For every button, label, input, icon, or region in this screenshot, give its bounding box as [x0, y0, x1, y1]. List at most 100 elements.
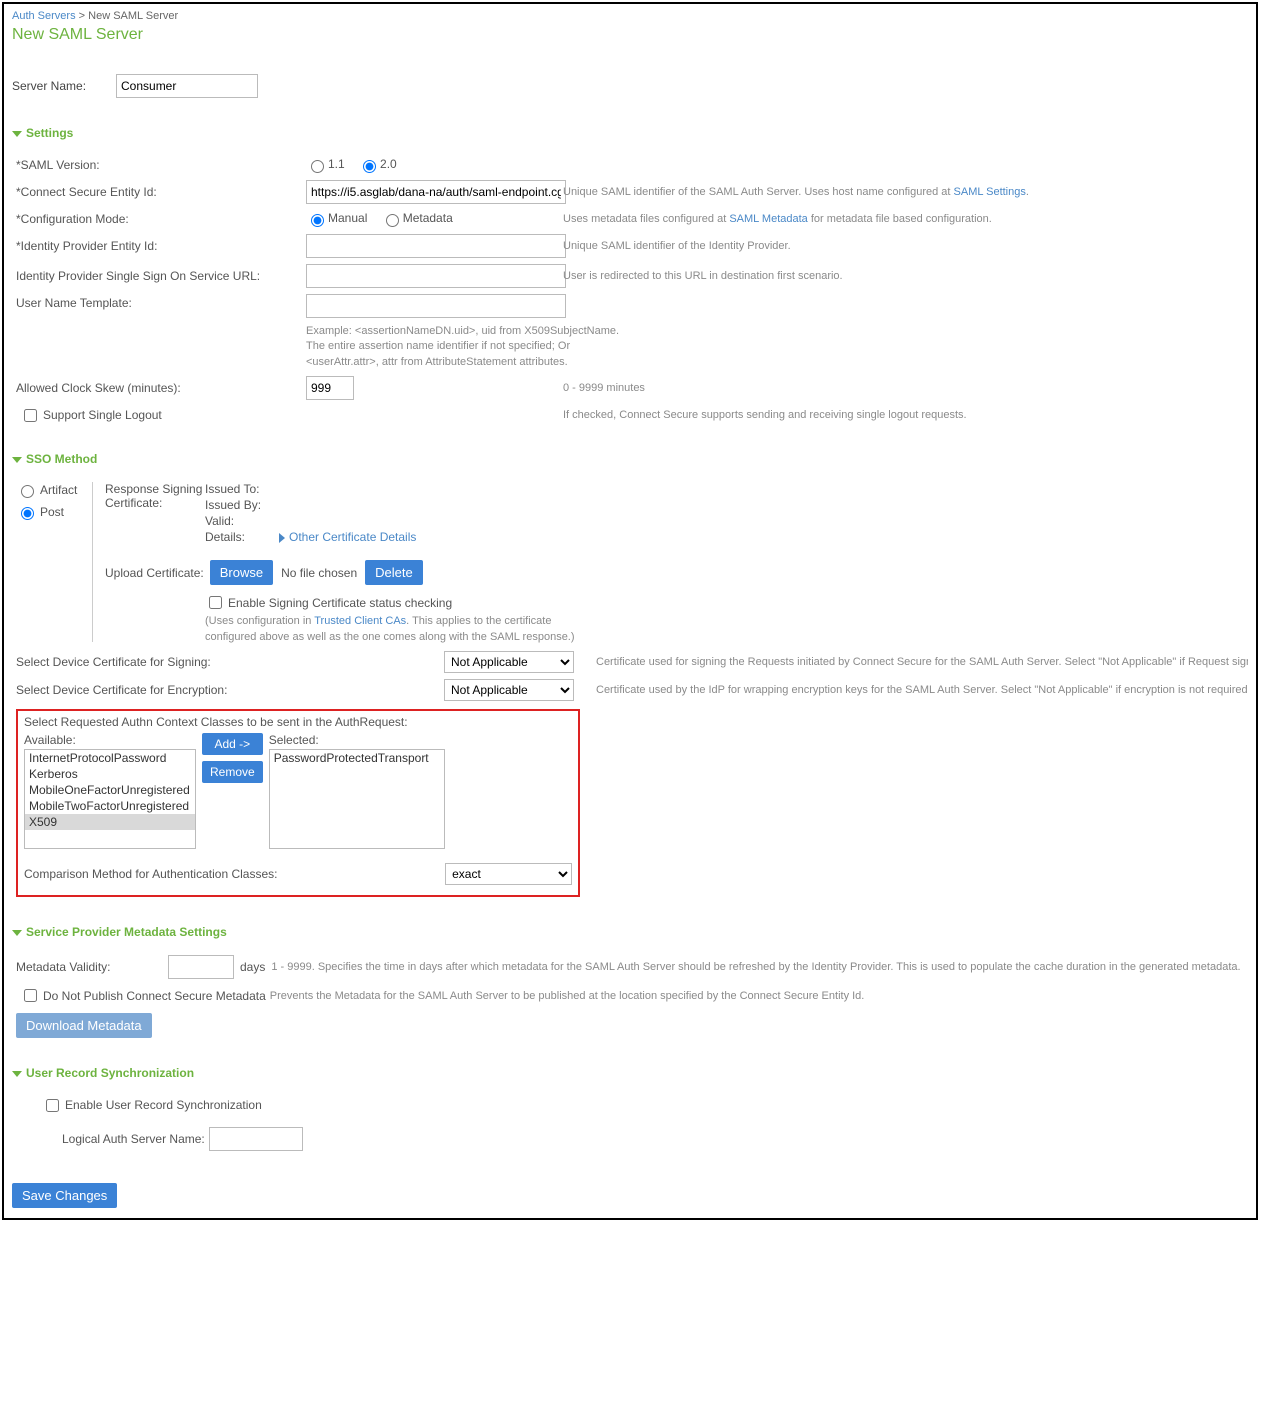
sso-artifact-radio[interactable]: [21, 485, 34, 498]
section-toggle-sp-metadata[interactable]: Service Provider Metadata Settings: [12, 925, 1248, 939]
config-mode-hint: Uses metadata files configured at SAML M…: [563, 213, 1248, 225]
device-cert-sign-label: Select Device Certificate for Signing:: [16, 655, 444, 669]
idp-sso-url-label: Identity Provider Single Sign On Service…: [16, 267, 306, 285]
chevron-down-icon: [12, 930, 22, 936]
section-sp-metadata-label: Service Provider Metadata Settings: [26, 925, 227, 939]
list-item[interactable]: X509: [25, 814, 195, 830]
authn-remove-button[interactable]: Remove: [202, 761, 263, 783]
section-settings-label: Settings: [26, 126, 73, 140]
no-publish-metadata-hint: Prevents the Metadata for the SAML Auth …: [270, 990, 865, 1002]
issued-by-label: Issued By:: [205, 498, 279, 512]
comparison-method-select[interactable]: exact: [445, 863, 572, 885]
metadata-validity-label: Metadata Validity:: [16, 960, 168, 974]
issued-to-label: Issued To:: [205, 482, 279, 496]
clock-skew-label: Allowed Clock Skew (minutes):: [16, 379, 306, 397]
list-item[interactable]: MobileOneFactorUnregistered: [25, 782, 195, 798]
breadcrumb-current: New SAML Server: [88, 10, 178, 22]
support-slo-label: Support Single Logout: [43, 406, 162, 424]
username-tpl-label: User Name Template:: [16, 294, 306, 312]
comparison-method-label: Comparison Method for Authentication Cla…: [24, 867, 445, 881]
authn-selected-label: Selected:: [269, 733, 445, 747]
other-cert-details-link[interactable]: Other Certificate Details: [279, 530, 416, 544]
details-label: Details:: [205, 530, 279, 544]
authn-add-button[interactable]: Add ->: [202, 733, 263, 755]
server-name-label: Server Name:: [12, 79, 116, 93]
config-mode-manual-label: Manual: [328, 211, 367, 225]
metadata-days-label: days: [240, 960, 265, 974]
save-changes-button[interactable]: Save Changes: [12, 1183, 117, 1208]
enable-user-sync-label: Enable User Record Synchronization: [65, 1098, 262, 1112]
clock-skew-hint: 0 - 9999 minutes: [563, 382, 1248, 394]
device-cert-sign-hint: Certificate used for signing the Request…: [590, 656, 1248, 668]
entity-id-input[interactable]: [306, 180, 566, 204]
idp-sso-url-hint: User is redirected to this URL in destin…: [563, 270, 1248, 282]
list-item[interactable]: PasswordProtectedTransport: [270, 750, 444, 766]
enable-signing-check-label: Enable Signing Certificate status checki…: [228, 596, 452, 610]
config-mode-metadata-label: Metadata: [403, 211, 453, 225]
saml-metadata-link[interactable]: SAML Metadata: [729, 213, 807, 225]
breadcrumb: Auth Servers > New SAML Server: [12, 10, 1248, 22]
breadcrumb-root-link[interactable]: Auth Servers: [12, 10, 76, 22]
authn-title: Select Requested Authn Context Classes t…: [24, 715, 572, 729]
device-cert-enc-hint: Certificate used by the IdP for wrapping…: [590, 684, 1248, 696]
list-item[interactable]: MobileTwoFactorUnregistered: [25, 798, 195, 814]
section-toggle-sso[interactable]: SSO Method: [12, 452, 1248, 466]
entity-id-hint: Unique SAML identifier of the SAML Auth …: [563, 186, 1248, 198]
chevron-down-icon: [12, 1071, 22, 1077]
device-cert-enc-select[interactable]: Not Applicable: [444, 679, 574, 701]
section-user-sync-label: User Record Synchronization: [26, 1066, 194, 1080]
device-cert-sign-select[interactable]: Not Applicable: [444, 651, 574, 673]
server-name-input[interactable]: [116, 74, 258, 98]
entity-id-label: *Connect Secure Entity Id:: [16, 183, 306, 201]
response-cert-label: Response Signing Certificate:: [105, 482, 205, 546]
enable-signing-check-checkbox[interactable]: [209, 596, 222, 609]
saml-version-1-1-label: 1.1: [328, 157, 345, 171]
section-toggle-settings[interactable]: Settings: [12, 126, 1248, 140]
saml-version-label: *SAML Version:: [16, 156, 306, 174]
logical-auth-server-input[interactable]: [209, 1127, 303, 1151]
no-publish-metadata-checkbox[interactable]: [24, 989, 37, 1002]
metadata-validity-hint: 1 - 9999. Specifies the time in days aft…: [271, 961, 1240, 973]
idp-entity-input[interactable]: [306, 234, 566, 258]
upload-cert-label: Upload Certificate:: [105, 566, 204, 580]
device-cert-enc-label: Select Device Certificate for Encryption…: [16, 683, 444, 697]
clock-skew-input[interactable]: [306, 376, 354, 400]
sso-artifact-label: Artifact: [40, 483, 77, 497]
support-slo-checkbox[interactable]: [24, 409, 37, 422]
chevron-down-icon: [12, 131, 22, 137]
authn-available-label: Available:: [24, 733, 196, 747]
username-tpl-example: Example: <assertionNameDN.uid>, uid from…: [306, 324, 1248, 370]
section-sso-label: SSO Method: [26, 452, 97, 466]
sso-post-label: Post: [40, 505, 64, 519]
config-mode-manual-radio[interactable]: [311, 214, 324, 227]
download-metadata-button[interactable]: Download Metadata: [16, 1013, 152, 1038]
username-tpl-input[interactable]: [306, 294, 566, 318]
list-item[interactable]: InternetProtocolPassword: [25, 750, 195, 766]
saml-settings-link[interactable]: SAML Settings: [954, 186, 1026, 198]
chevron-down-icon: [12, 457, 22, 463]
idp-entity-label: *Identity Provider Entity Id:: [16, 237, 306, 255]
trusted-client-cas-link[interactable]: Trusted Client CAs: [314, 615, 406, 627]
authn-selected-list[interactable]: PasswordProtectedTransport: [269, 749, 445, 849]
page-title: New SAML Server: [12, 26, 1248, 44]
enable-user-sync-checkbox[interactable]: [46, 1099, 59, 1112]
idp-sso-url-input[interactable]: [306, 264, 566, 288]
saml-version-1-1-radio[interactable]: [311, 160, 324, 173]
saml-version-2-0-label: 2.0: [380, 157, 397, 171]
support-slo-hint: If checked, Connect Secure supports send…: [563, 409, 1248, 421]
metadata-validity-input[interactable]: [168, 955, 234, 979]
section-toggle-user-sync[interactable]: User Record Synchronization: [12, 1066, 1248, 1080]
authn-available-list[interactable]: InternetProtocolPassword Kerberos Mobile…: [24, 749, 196, 849]
saml-version-2-0-radio[interactable]: [363, 160, 376, 173]
list-item[interactable]: Kerberos: [25, 766, 195, 782]
authn-context-box: Select Requested Authn Context Classes t…: [16, 709, 580, 897]
logical-auth-server-label: Logical Auth Server Name:: [62, 1132, 205, 1146]
no-publish-metadata-label: Do Not Publish Connect Secure Metadata: [43, 989, 266, 1003]
delete-cert-button[interactable]: Delete: [365, 560, 423, 585]
signing-check-note: (Uses configuration in Trusted Client CA…: [205, 614, 585, 645]
triangle-right-icon: [279, 533, 285, 543]
browse-button[interactable]: Browse: [210, 560, 273, 585]
idp-entity-hint: Unique SAML identifier of the Identity P…: [563, 240, 1248, 252]
sso-post-radio[interactable]: [21, 507, 34, 520]
config-mode-metadata-radio[interactable]: [386, 214, 399, 227]
